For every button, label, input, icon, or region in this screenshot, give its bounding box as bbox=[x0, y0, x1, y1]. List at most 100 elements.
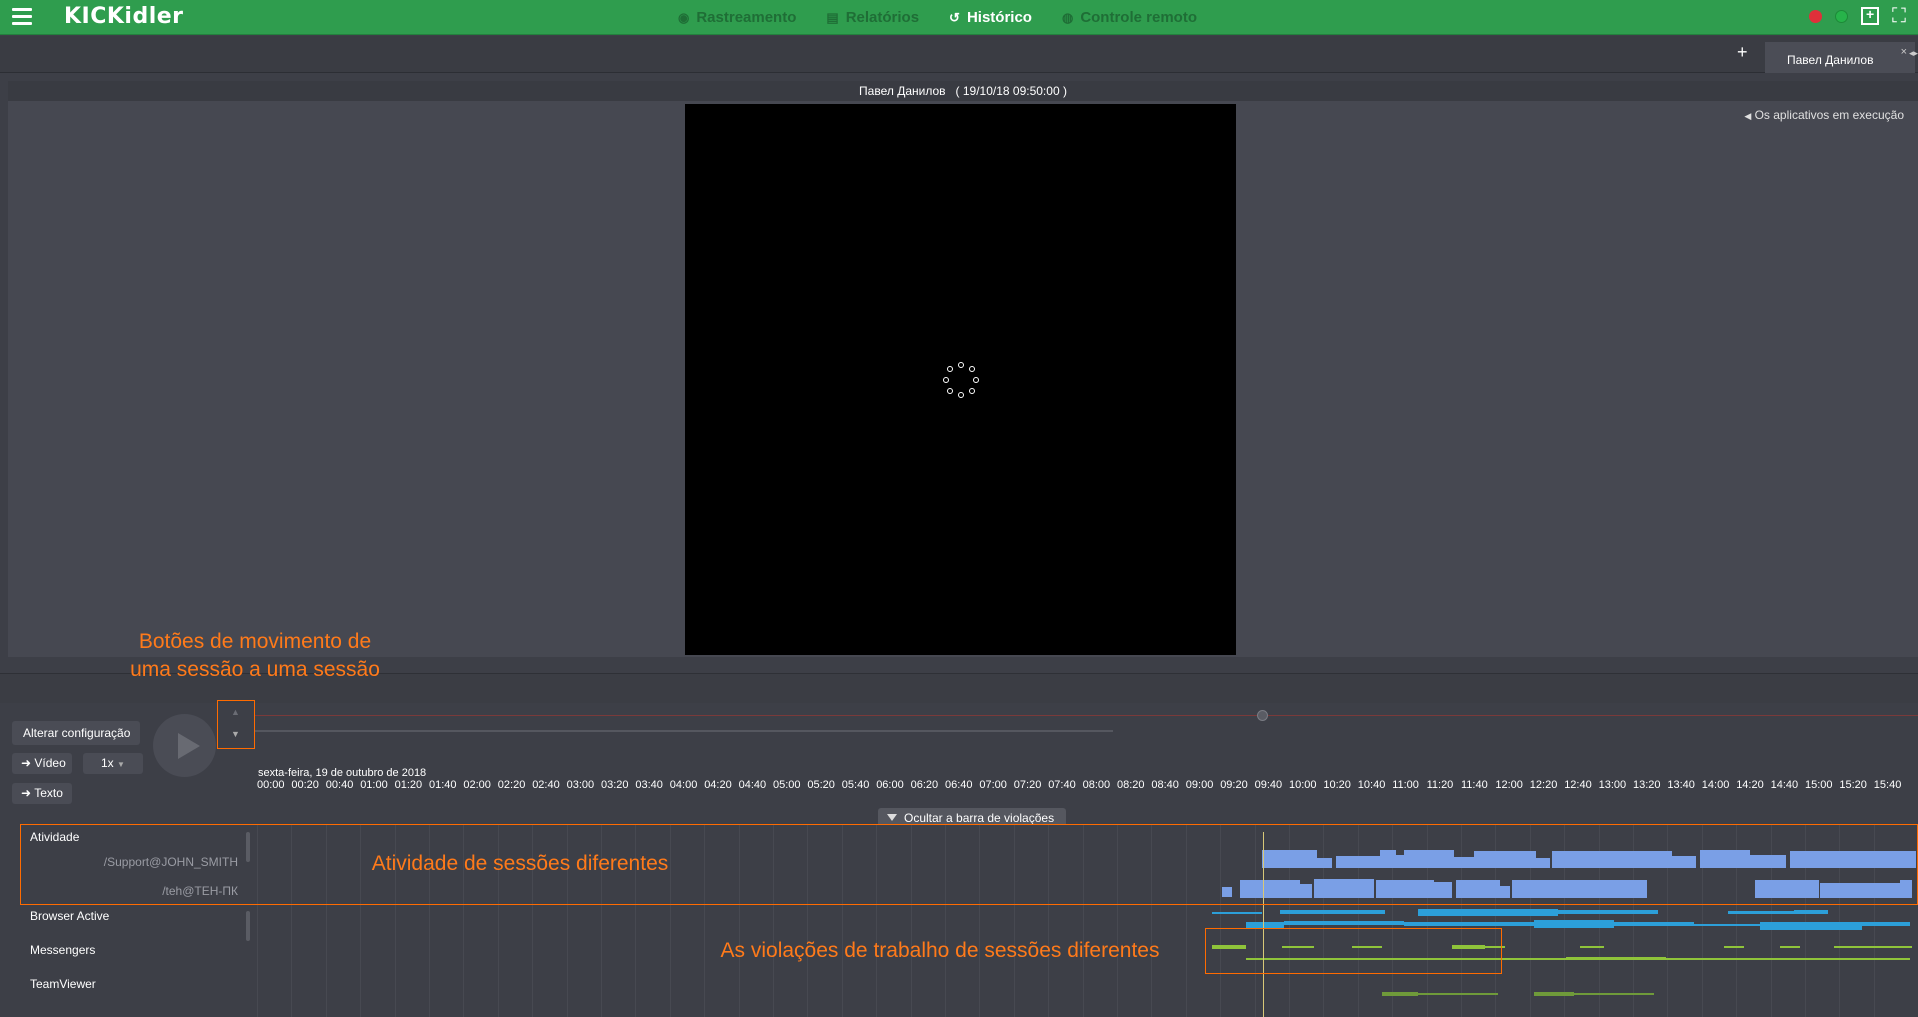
browser-activity-bar[interactable] bbox=[1404, 922, 1534, 926]
speed-value: 1x bbox=[101, 756, 114, 770]
timeline-tick-label: 00:00 bbox=[257, 779, 285, 791]
tab-active-user[interactable]: Павел Данилов × bbox=[1765, 42, 1915, 73]
arrow-right-icon: ➜ bbox=[21, 756, 32, 770]
remote-icon: ◍ bbox=[1061, 9, 1074, 25]
messenger-violation-bar[interactable] bbox=[1724, 946, 1744, 948]
tabs-row: + Павел Данилов × ◂▸ bbox=[0, 36, 1918, 73]
messenger-violation-bar[interactable] bbox=[1726, 958, 1826, 960]
timeline-tick-label: 02:00 bbox=[463, 779, 491, 791]
timeline-tick-label: 15:20 bbox=[1839, 779, 1867, 791]
timeline-tick-label: 01:20 bbox=[394, 779, 423, 791]
playback-progress[interactable] bbox=[255, 730, 1113, 732]
video-label: Vídeo bbox=[34, 756, 66, 770]
speed-select[interactable]: 1x ▼ bbox=[83, 753, 143, 774]
row-label-messengers: Messengers bbox=[30, 943, 96, 957]
browser-activity-bar[interactable] bbox=[1534, 920, 1614, 928]
next-session-icon[interactable]: ▼ bbox=[231, 729, 240, 739]
annotation-session-buttons: Botões de movimento de uma sessão a uma … bbox=[130, 630, 380, 681]
timeline-tick-label: 04:20 bbox=[704, 779, 732, 791]
player-user-name: Павел Данилов bbox=[859, 84, 946, 98]
timeline-tick-label: 08:20 bbox=[1117, 779, 1145, 791]
timeline-tick-label: 09:40 bbox=[1254, 779, 1283, 791]
top-bar: KICKidler ◉ Rastreamento ▤ Relatórios ↺ … bbox=[0, 0, 1918, 35]
browser-activity-bar[interactable] bbox=[1794, 910, 1828, 914]
timeline-date: sexta-feira, 19 de outubro de 2018 bbox=[258, 767, 427, 779]
fullscreen-icon[interactable]: ⛶ bbox=[1892, 6, 1906, 26]
spinner-dot bbox=[947, 387, 954, 394]
teamviewer-violation-bar[interactable] bbox=[1534, 992, 1574, 996]
messenger-violation-bar[interactable] bbox=[1826, 958, 1910, 960]
browser-activity-bar[interactable] bbox=[1418, 909, 1558, 916]
timeline-tick-label: 03:20 bbox=[601, 779, 629, 791]
nav-tab-historico[interactable]: ↺ Histórico bbox=[949, 9, 1032, 26]
add-tab-button[interactable]: + bbox=[1737, 42, 1748, 63]
new-window-icon[interactable]: + bbox=[1861, 6, 1879, 25]
nav-tab-label: Rastreamento bbox=[696, 9, 797, 26]
messenger-violation-bar[interactable] bbox=[1566, 957, 1666, 960]
timeline-tick-label: 02:40 bbox=[532, 779, 560, 791]
timeline-tick-label: 13:00 bbox=[1598, 779, 1627, 791]
timeline-tick-label: 07:20 bbox=[1013, 779, 1042, 791]
main-nav: ◉ Rastreamento ▤ Relatórios ↺ Histórico … bbox=[678, 0, 1197, 35]
record-status-icon[interactable] bbox=[1809, 9, 1822, 23]
teamviewer-violation-bar[interactable] bbox=[1418, 993, 1498, 995]
timeline-tick-label: 10:40 bbox=[1357, 779, 1386, 791]
running-apps-link[interactable]: ◀ Os aplicativos em execução bbox=[1744, 108, 1904, 122]
timeline-tick-label: 14:40 bbox=[1770, 779, 1799, 791]
online-status-icon[interactable] bbox=[1835, 9, 1848, 23]
messenger-violation-bar[interactable] bbox=[1496, 958, 1566, 960]
browser-activity-bar[interactable] bbox=[1614, 922, 1694, 926]
messenger-violation-bar[interactable] bbox=[1834, 946, 1912, 948]
video-mode-button[interactable]: ➜ Vídeo bbox=[12, 753, 72, 774]
timeline-tick-label: 14:00 bbox=[1701, 779, 1730, 791]
browser-activity-bar[interactable] bbox=[1212, 912, 1262, 914]
timeline-tick-label: 10:00 bbox=[1289, 779, 1317, 791]
timeline-tick-label: 15:00 bbox=[1805, 779, 1833, 791]
text-mode-button[interactable]: ➜ Texto bbox=[12, 783, 72, 804]
play-button[interactable] bbox=[153, 714, 216, 777]
spinner-dot bbox=[943, 377, 949, 383]
player-datetime: ( 19/10/18 09:50:00 ) bbox=[955, 84, 1067, 98]
timeline-slider-track[interactable] bbox=[255, 715, 1918, 716]
tab-scroll-arrows-icon[interactable]: ◂▸ bbox=[1909, 48, 1918, 59]
timeline-tick-label: 06:00 bbox=[876, 779, 904, 791]
caret-down-icon bbox=[887, 814, 897, 821]
browser-activity-bar[interactable] bbox=[1280, 910, 1385, 914]
timeline-tick-label: 09:20 bbox=[1220, 779, 1248, 791]
change-config-button[interactable]: Alterar configuração bbox=[12, 721, 140, 745]
timeline-tick-label: 15:40 bbox=[1873, 779, 1902, 791]
nav-tab-label: Histórico bbox=[966, 9, 1032, 26]
label-scrollbar[interactable] bbox=[246, 911, 250, 941]
video-screen[interactable] bbox=[685, 104, 1236, 655]
timeline-tick-label: 03:00 bbox=[566, 779, 595, 791]
messenger-violation-bar[interactable] bbox=[1780, 946, 1800, 948]
menu-icon[interactable] bbox=[12, 8, 32, 26]
timeline-tick-label: 08:40 bbox=[1151, 779, 1179, 791]
timeline-tick-label: 04:40 bbox=[738, 779, 767, 791]
nav-tab-controle-remoto[interactable]: ◍ Controle remoto bbox=[1062, 9, 1197, 26]
teamviewer-violation-bar[interactable] bbox=[1574, 993, 1654, 995]
timeline-tick-label: 01:00 bbox=[360, 779, 388, 791]
timeline-tick-label: 13:40 bbox=[1667, 779, 1695, 791]
browser-activity-bar[interactable] bbox=[1284, 921, 1404, 925]
browser-activity-bar[interactable] bbox=[1558, 910, 1658, 914]
annotation-violation-box bbox=[1205, 928, 1502, 974]
timeline-tick-label: 05:20 bbox=[807, 779, 835, 791]
timeline-slider-handle[interactable] bbox=[1257, 710, 1268, 721]
loading-spinner-icon bbox=[941, 360, 981, 400]
messenger-violation-bar[interactable] bbox=[1580, 946, 1604, 948]
messenger-violation-bar[interactable] bbox=[1666, 958, 1726, 960]
nav-tab-rastreamento[interactable]: ◉ Rastreamento bbox=[678, 9, 796, 26]
browser-activity-bar[interactable] bbox=[1760, 922, 1862, 930]
previous-session-icon[interactable]: ▲ bbox=[231, 707, 240, 717]
browser-activity-bar[interactable] bbox=[1694, 924, 1764, 926]
browser-activity-bar[interactable] bbox=[1862, 922, 1910, 926]
tab-label: Павел Данилов bbox=[1787, 53, 1874, 67]
nav-tab-relatorios[interactable]: ▤ Relatórios bbox=[826, 9, 919, 26]
timeline-tick-label: 10:20 bbox=[1323, 779, 1351, 791]
close-icon[interactable]: × bbox=[1901, 46, 1907, 58]
teamviewer-violation-bar[interactable] bbox=[1382, 992, 1418, 996]
timeline-tick-label: 09:00 bbox=[1185, 779, 1214, 791]
eye-icon: ◉ bbox=[678, 9, 690, 25]
timeline-tick-label: 11:40 bbox=[1461, 779, 1488, 791]
